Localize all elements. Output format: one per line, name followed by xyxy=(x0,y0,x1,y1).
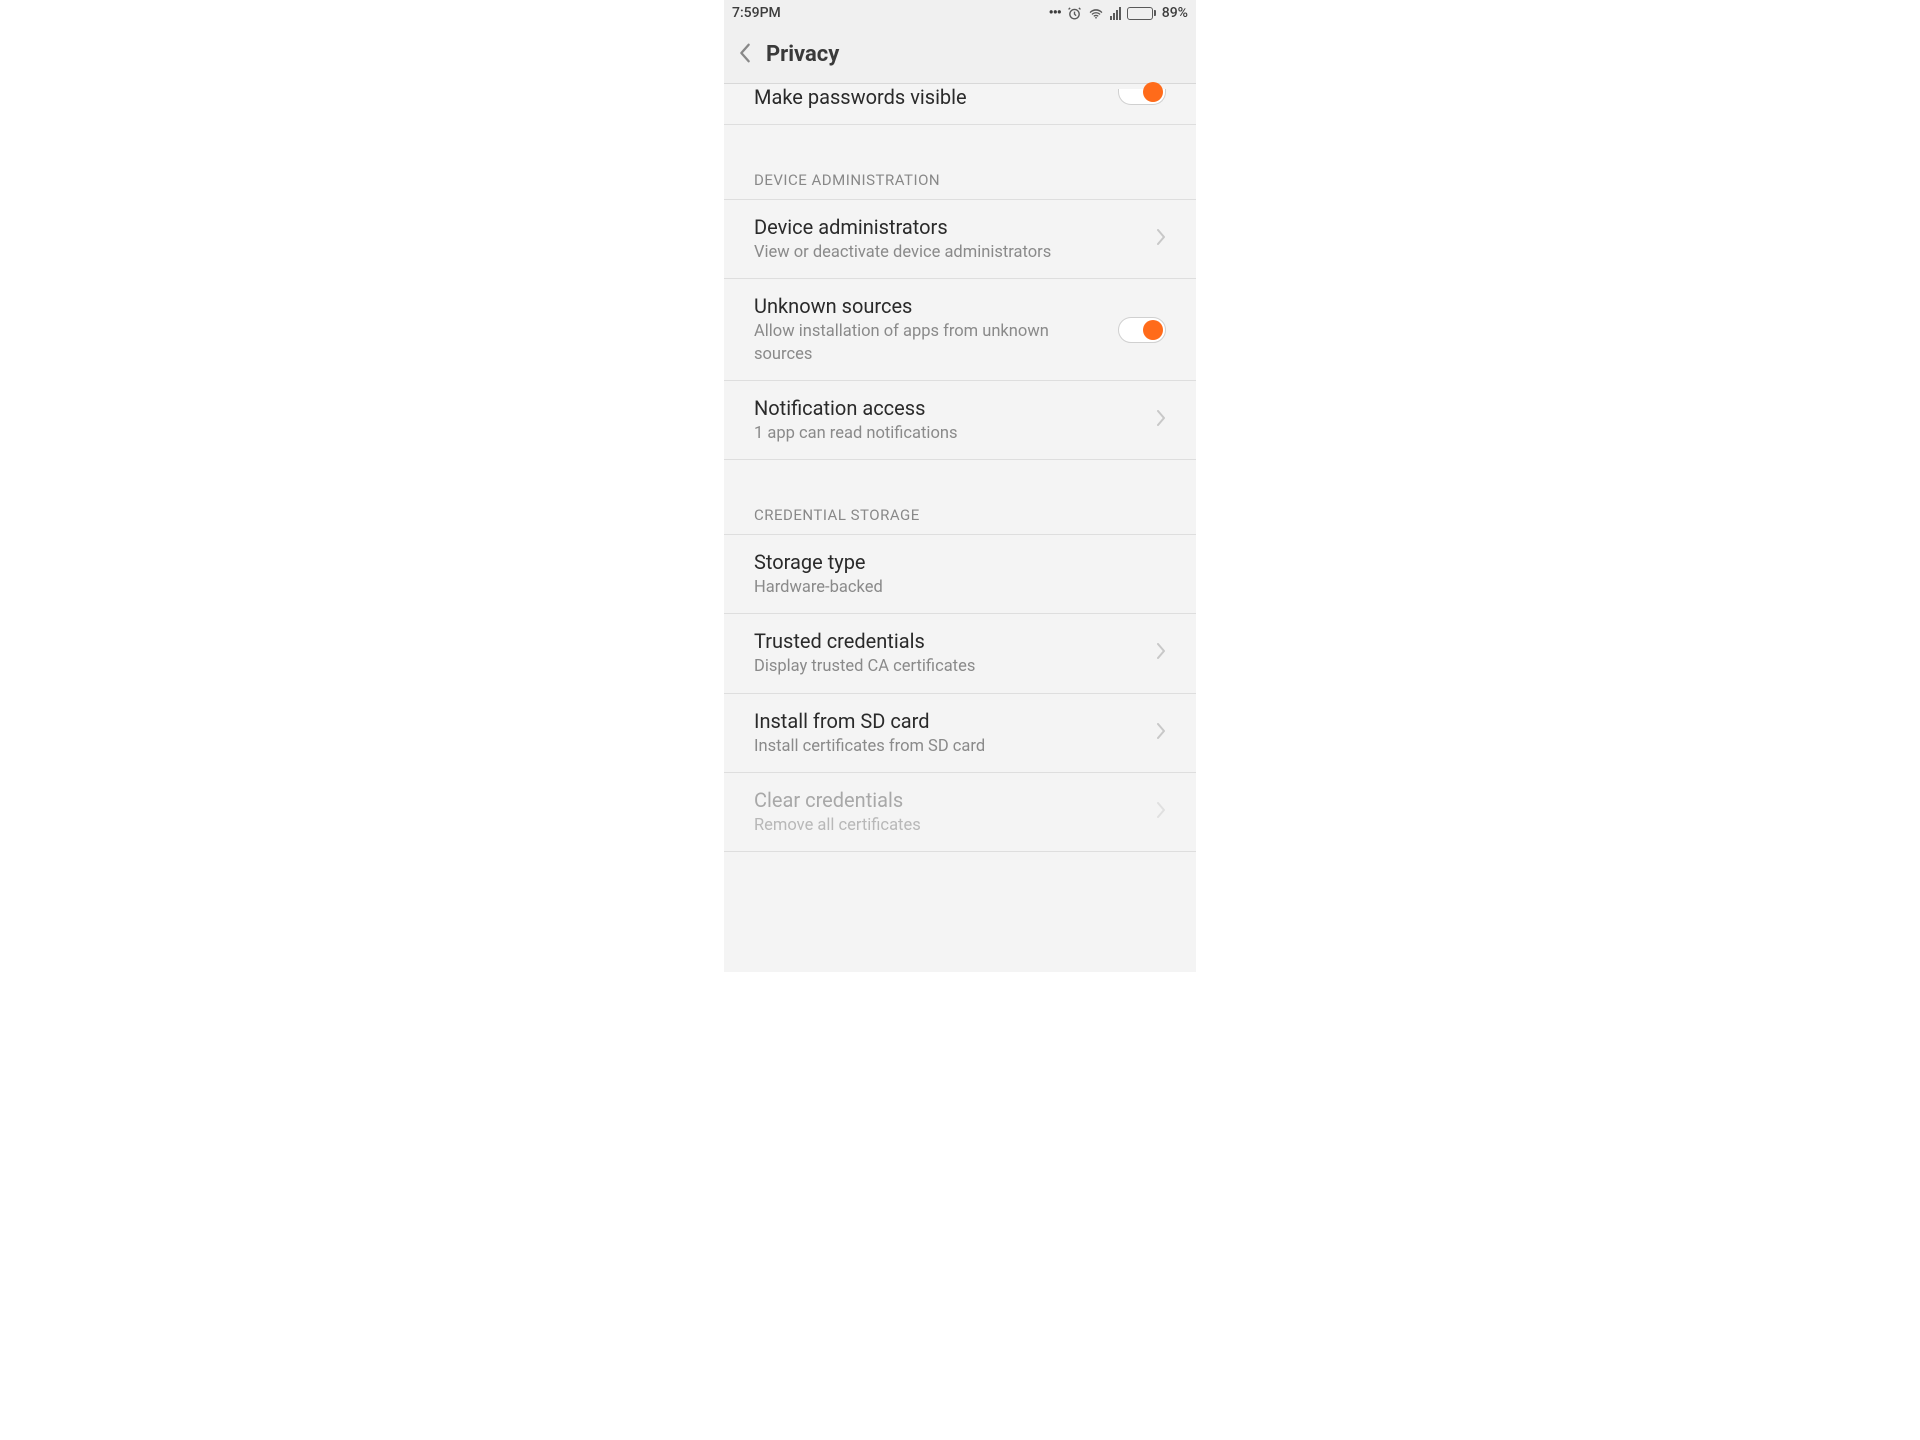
row-device-administrators[interactable]: Device administrators View or deactivate… xyxy=(724,200,1196,279)
section-header-device-administration: DEVICE ADMINISTRATION xyxy=(724,125,1196,200)
page-title: Privacy xyxy=(766,42,839,67)
battery-icon xyxy=(1127,7,1156,20)
row-make-passwords-visible[interactable]: Make passwords visible xyxy=(724,84,1196,125)
row-title: Make passwords visible xyxy=(754,84,1106,110)
back-icon[interactable] xyxy=(738,42,752,68)
more-icon: ••• xyxy=(1049,5,1061,21)
battery-percent: 89% xyxy=(1162,5,1188,21)
content: Make passwords visible DEVICE ADMINISTRA… xyxy=(724,84,1196,972)
wifi-icon xyxy=(1088,6,1104,20)
bottom-space xyxy=(724,852,1196,972)
row-title: Clear credentials xyxy=(754,787,1144,813)
chevron-right-icon xyxy=(1156,722,1166,744)
header: Privacy xyxy=(724,26,1196,84)
signal-icon xyxy=(1110,7,1121,20)
toggle-make-passwords-visible[interactable] xyxy=(1118,89,1166,105)
phone-screen: 7:59PM ••• xyxy=(724,0,1196,972)
toggle-knob xyxy=(1143,320,1163,340)
row-title: Storage type xyxy=(754,549,1166,575)
alarm-icon xyxy=(1067,6,1082,21)
row-subtitle: Display trusted CA certificates xyxy=(754,656,1144,678)
row-install-from-sd-card[interactable]: Install from SD card Install certificate… xyxy=(724,694,1196,773)
row-clear-credentials: Clear credentials Remove all certificate… xyxy=(724,773,1196,852)
chevron-right-icon xyxy=(1156,642,1166,664)
row-subtitle: Install certificates from SD card xyxy=(754,736,1144,758)
row-title: Trusted credentials xyxy=(754,628,1144,654)
row-subtitle: View or deactivate device administrators xyxy=(754,242,1144,264)
status-bar: 7:59PM ••• xyxy=(724,0,1196,26)
row-subtitle: Hardware-backed xyxy=(754,577,1166,599)
row-subtitle: Allow installation of apps from unknown … xyxy=(754,321,1106,366)
status-icons: ••• xyxy=(1049,5,1188,21)
chevron-right-icon xyxy=(1156,801,1166,823)
row-trusted-credentials[interactable]: Trusted credentials Display trusted CA c… xyxy=(724,614,1196,693)
row-title: Device administrators xyxy=(754,214,1144,240)
row-subtitle: 1 app can read notifications xyxy=(754,423,1144,445)
row-notification-access[interactable]: Notification access 1 app can read notif… xyxy=(724,381,1196,460)
chevron-right-icon xyxy=(1156,409,1166,431)
row-title: Install from SD card xyxy=(754,708,1144,734)
row-storage-type: Storage type Hardware-backed xyxy=(724,535,1196,614)
row-title: Unknown sources xyxy=(754,293,1106,319)
row-unknown-sources[interactable]: Unknown sources Allow installation of ap… xyxy=(724,279,1196,381)
row-subtitle: Remove all certificates xyxy=(754,815,1144,837)
row-title: Notification access xyxy=(754,395,1144,421)
toggle-unknown-sources[interactable] xyxy=(1118,317,1166,343)
chevron-right-icon xyxy=(1156,228,1166,250)
status-time: 7:59PM xyxy=(732,5,781,21)
section-header-credential-storage: CREDENTIAL STORAGE xyxy=(724,460,1196,535)
toggle-knob xyxy=(1143,82,1163,102)
